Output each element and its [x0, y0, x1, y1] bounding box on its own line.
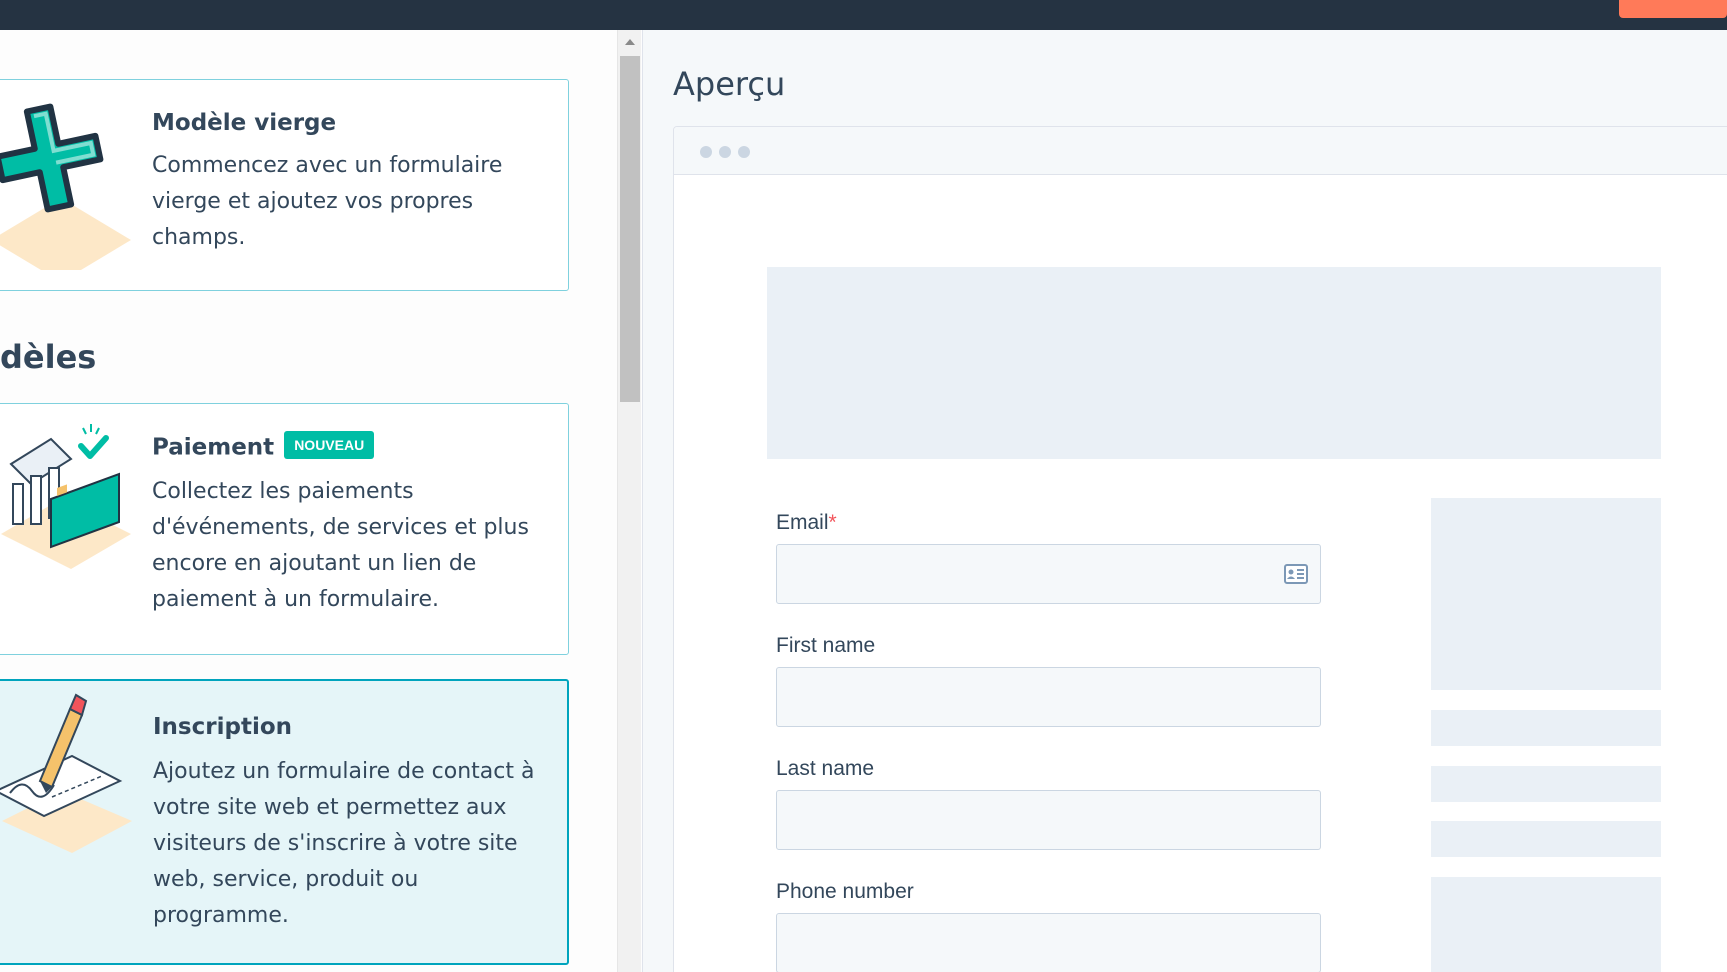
template-list-panel: Modèle vierge Commencez avec un formulai…	[0, 30, 616, 972]
templates-section-heading: dèles	[0, 338, 97, 376]
signature-pencil-icon	[0, 693, 132, 853]
top-navigation-bar	[0, 0, 1727, 30]
card-description: Collectez les paiements d'événements, de…	[152, 479, 529, 612]
scroll-up-arrow-icon[interactable]	[625, 39, 635, 45]
card-title: Modèle vierge	[152, 110, 337, 136]
template-card-blank[interactable]: Modèle vierge Commencez avec un formulai…	[0, 79, 569, 291]
window-dot-icon	[700, 146, 712, 158]
preview-panel: Aperçu Email* First name Last name Phone…	[642, 30, 1727, 972]
required-asterisk: *	[828, 511, 837, 534]
card-description: Ajoutez un formulaire de contact à votre…	[153, 759, 535, 928]
email-label-text: Email	[776, 511, 829, 534]
email-field[interactable]	[776, 544, 1321, 604]
card-title: Inscription	[153, 714, 292, 740]
browser-toolbar	[674, 127, 1727, 175]
bank-card-payment-icon	[1, 424, 131, 569]
first-name-label: First name	[776, 634, 876, 657]
sidebar-text-placeholder	[1431, 710, 1661, 746]
window-dot-icon	[738, 146, 750, 158]
last-name-field[interactable]	[776, 790, 1321, 850]
sidebar-block-placeholder	[1431, 877, 1661, 972]
preview-title: Aperçu	[673, 65, 786, 103]
blank-template-plus-icon	[0, 103, 131, 270]
last-name-label: Last name	[776, 757, 875, 780]
phone-number-field[interactable]	[776, 913, 1321, 972]
first-name-field[interactable]	[776, 667, 1321, 727]
sidebar-text-placeholder	[1431, 821, 1661, 857]
sidebar-image-placeholder	[1431, 498, 1661, 690]
card-title-text: Paiement	[152, 434, 275, 461]
header-image-placeholder	[767, 267, 1661, 459]
phone-number-label: Phone number	[776, 880, 914, 903]
card-title: Paiement NOUVEAU	[152, 431, 375, 462]
browser-mockup: Email* First name Last name Phone number	[673, 126, 1727, 972]
email-label: Email*	[776, 511, 837, 535]
card-description: Commencez avec un formulaire vierge et a…	[152, 153, 503, 250]
scrollbar-thumb[interactable]	[620, 56, 640, 402]
template-card-payment[interactable]: Paiement NOUVEAU Collectez les paiements …	[0, 403, 569, 655]
sidebar-text-placeholder	[1431, 766, 1661, 802]
left-panel-scrollbar[interactable]	[617, 30, 641, 972]
new-badge: NOUVEAU	[284, 431, 375, 459]
window-dot-icon	[719, 146, 731, 158]
contact-card-icon	[1284, 564, 1308, 584]
template-card-registration[interactable]: Inscription Ajoutez un formulaire de con…	[0, 679, 569, 965]
topbar-action-button[interactable]	[1619, 0, 1727, 18]
